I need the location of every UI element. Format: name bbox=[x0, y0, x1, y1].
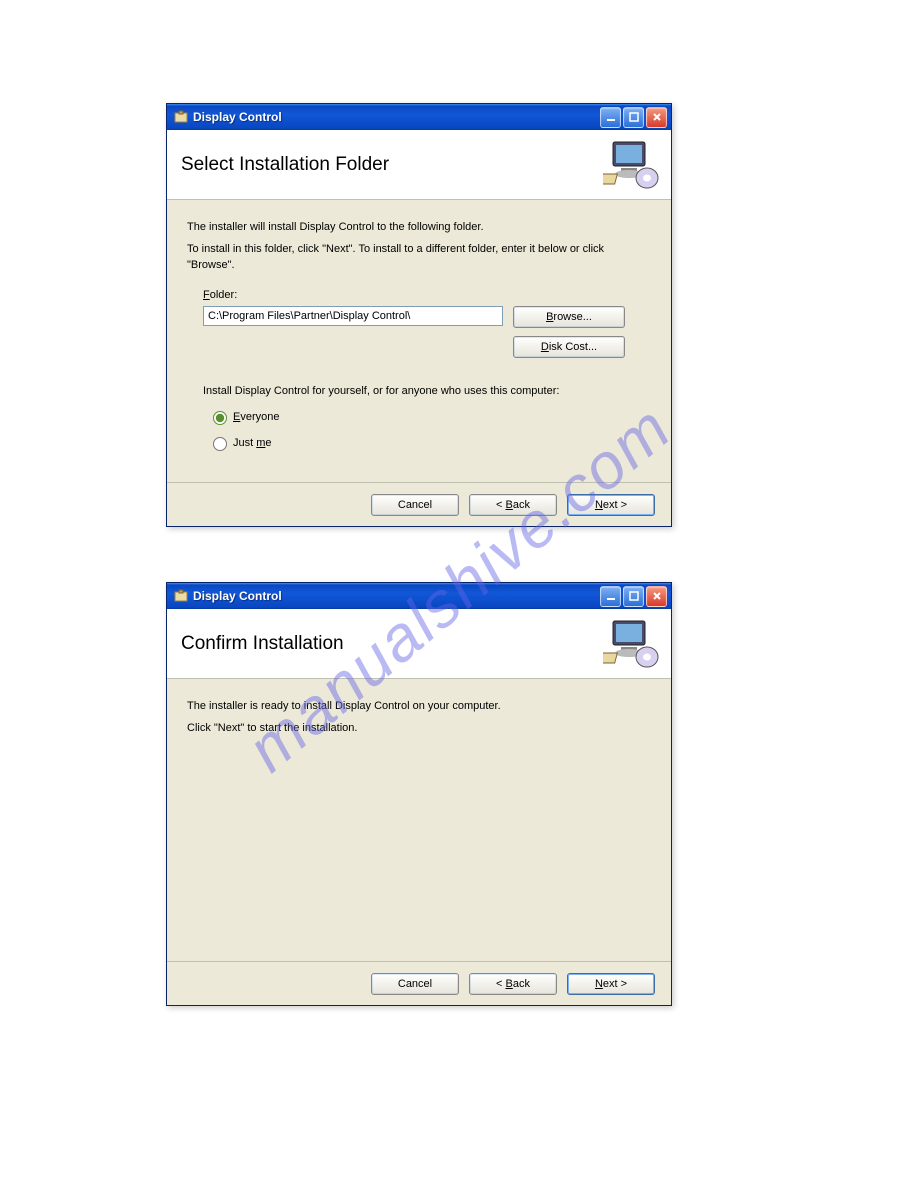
close-button[interactable] bbox=[646, 107, 667, 128]
maximize-button[interactable] bbox=[623, 107, 644, 128]
page-title: Select Installation Folder bbox=[181, 154, 389, 176]
disk-cost-button[interactable]: Disk Cost... bbox=[513, 336, 625, 358]
window-controls bbox=[600, 107, 667, 128]
installer-dialog-select-folder: Display Control Select Installation Fold… bbox=[166, 103, 672, 527]
minimize-button[interactable] bbox=[600, 107, 621, 128]
install-for-label: Install Display Control for yourself, or… bbox=[203, 384, 651, 400]
maximize-button[interactable] bbox=[623, 586, 644, 607]
body-text-1: The installer will install Display Contr… bbox=[187, 220, 651, 236]
body-text-2: Click "Next" to start the installation. bbox=[187, 721, 651, 737]
computer-folder-icon bbox=[603, 617, 661, 672]
radio-just-me-label: Just me bbox=[233, 436, 272, 452]
titlebar-text: Display Control bbox=[193, 589, 600, 603]
radio-everyone-label: Everyone bbox=[233, 410, 279, 426]
installer-icon bbox=[173, 109, 189, 125]
body-text-2: To install in this folder, click "Next".… bbox=[187, 242, 651, 274]
radio-just-me[interactable] bbox=[213, 437, 227, 451]
folder-path-input[interactable] bbox=[203, 306, 503, 326]
dialog-body: The installer will install Display Contr… bbox=[167, 200, 671, 462]
back-button[interactable]: < Back bbox=[469, 973, 557, 995]
close-button[interactable] bbox=[646, 586, 667, 607]
back-button[interactable]: < Back bbox=[469, 494, 557, 516]
next-button[interactable]: Next > bbox=[567, 973, 655, 995]
cancel-button[interactable]: Cancel bbox=[371, 494, 459, 516]
titlebar-text: Display Control bbox=[193, 110, 600, 124]
dialog-body: The installer is ready to install Displa… bbox=[167, 679, 671, 753]
installer-icon bbox=[173, 588, 189, 604]
dialog-footer: Cancel < Back Next > bbox=[167, 482, 671, 526]
body-text-1: The installer is ready to install Displa… bbox=[187, 699, 651, 715]
minimize-button[interactable] bbox=[600, 586, 621, 607]
radio-everyone[interactable] bbox=[213, 411, 227, 425]
dialog-footer: Cancel < Back Next > bbox=[167, 961, 671, 1005]
cancel-button[interactable]: Cancel bbox=[371, 973, 459, 995]
computer-folder-icon bbox=[603, 138, 661, 193]
next-button[interactable]: Next > bbox=[567, 494, 655, 516]
folder-label: Folder: bbox=[203, 288, 651, 304]
installer-dialog-confirm: Display Control Confirm Installation bbox=[166, 582, 672, 1006]
header-panel: Confirm Installation bbox=[167, 609, 671, 679]
page-title: Confirm Installation bbox=[181, 633, 344, 655]
window-controls bbox=[600, 586, 667, 607]
header-panel: Select Installation Folder bbox=[167, 130, 671, 200]
browse-button[interactable]: Browse... bbox=[513, 306, 625, 328]
titlebar[interactable]: Display Control bbox=[167, 583, 671, 609]
titlebar[interactable]: Display Control bbox=[167, 104, 671, 130]
